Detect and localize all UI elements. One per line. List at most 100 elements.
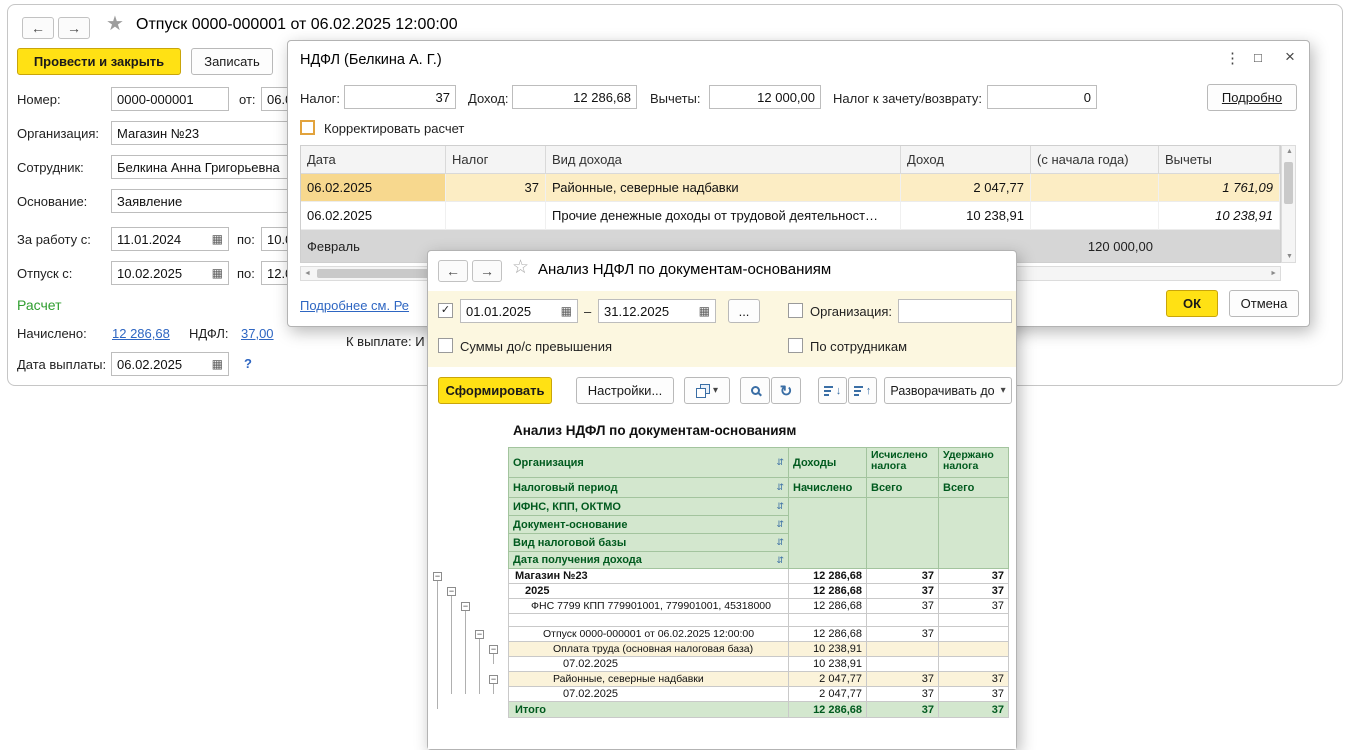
- calendar-icon[interactable]: ▦: [557, 304, 572, 318]
- tree-collapse-toggle[interactable]: −: [461, 602, 470, 611]
- sort-icon[interactable]: ⇵: [776, 537, 784, 548]
- post-and-close-button[interactable]: Провести и закрыть: [17, 48, 181, 75]
- cell-income[interactable]: 10 238,91: [901, 202, 1031, 230]
- period-options-button[interactable]: ...: [728, 299, 760, 323]
- calendar-icon[interactable]: ▦: [208, 232, 223, 246]
- row-base-labor-income[interactable]: 10 238,91: [789, 642, 867, 657]
- cell-date[interactable]: 06.02.2025: [301, 202, 446, 230]
- tree-collapse-toggle[interactable]: −: [489, 645, 498, 654]
- work-from-field[interactable]: 11.01.2024▦: [111, 227, 229, 251]
- cell-ytd[interactable]: [1031, 202, 1159, 230]
- row-year-calculated[interactable]: 37: [867, 584, 939, 599]
- save-button[interactable]: Записать: [191, 48, 273, 75]
- copy-dropdown-button[interactable]: ▾: [684, 377, 730, 404]
- row-ifns-withheld[interactable]: 37: [939, 599, 1009, 614]
- row-total-calculated[interactable]: 37: [867, 702, 939, 718]
- scroll-up-icon[interactable]: ▲: [1286, 148, 1293, 155]
- row-total-label[interactable]: Итого: [509, 702, 789, 718]
- tree-collapse-toggle[interactable]: −: [433, 572, 442, 581]
- row-empty-label[interactable]: [509, 614, 789, 627]
- favorite-star-icon[interactable]: ☆: [512, 256, 529, 279]
- header-income-date[interactable]: Дата получения дохода⇵: [509, 552, 789, 569]
- row-organization-income[interactable]: 12 286,68: [789, 569, 867, 584]
- period-from-field[interactable]: 01.01.2025▦: [460, 299, 578, 323]
- column-header-tax[interactable]: Налог: [446, 146, 546, 174]
- row-base-labor-withheld[interactable]: [939, 642, 1009, 657]
- scroll-down-icon[interactable]: ▼: [1286, 253, 1293, 260]
- column-header-income[interactable]: Доход: [901, 146, 1031, 174]
- tree-collapse-toggle[interactable]: −: [489, 675, 498, 684]
- sort-ascending-button[interactable]: ↑: [848, 377, 877, 404]
- row-total-income[interactable]: 12 286,68: [789, 702, 867, 718]
- row-base-labor-calculated[interactable]: [867, 642, 939, 657]
- excess-sums-checkbox[interactable]: [438, 338, 453, 353]
- header-income[interactable]: Доходы: [789, 448, 867, 478]
- vertical-scrollbar[interactable]: ▲ ▼: [1281, 145, 1296, 263]
- menu-icon[interactable]: ⋮: [1225, 49, 1240, 67]
- close-icon[interactable]: ×: [1285, 47, 1295, 67]
- row-organization-withheld[interactable]: 37: [939, 569, 1009, 584]
- basis-field[interactable]: Заявление: [111, 189, 288, 213]
- income-field[interactable]: 12 286,68: [512, 85, 637, 109]
- column-header-income-type[interactable]: Вид дохода: [546, 146, 901, 174]
- header-ifns[interactable]: ИФНС, КПП, ОКТМО⇵: [509, 498, 789, 516]
- cell-income-type[interactable]: Прочие денежные доходы от трудовой деяте…: [546, 202, 901, 230]
- number-field[interactable]: 0000-000001: [111, 87, 229, 111]
- row-ifns-calculated[interactable]: 37: [867, 599, 939, 614]
- scrollbar-thumb[interactable]: [1284, 162, 1293, 204]
- column-header-ytd[interactable]: (с начала года): [1031, 146, 1159, 174]
- back-button[interactable]: ←: [438, 260, 468, 282]
- table-row[interactable]: 06.02.2025 Прочие денежные доходы от тру…: [301, 202, 1280, 230]
- scroll-right-icon[interactable]: ►: [1270, 270, 1277, 277]
- row-date2-label[interactable]: 07.02.2025: [509, 687, 789, 702]
- cell-deductions[interactable]: 10 238,91: [1159, 202, 1280, 230]
- row-date2-withheld[interactable]: 37: [939, 687, 1009, 702]
- favorite-star-icon[interactable]: ★: [106, 11, 124, 36]
- row-organization-label[interactable]: Магазин №23: [509, 569, 789, 584]
- by-employee-checkbox[interactable]: [788, 338, 803, 353]
- header-calculated-tax[interactable]: Исчислено налога: [867, 448, 939, 478]
- see-more-link[interactable]: Подробнее см. Ре: [300, 298, 409, 313]
- search-button[interactable]: [740, 377, 770, 404]
- accrued-amount-link[interactable]: 12 286,68: [112, 326, 170, 341]
- column-header-deductions[interactable]: Вычеты: [1159, 146, 1280, 174]
- pay-date-field[interactable]: 06.02.2025▦: [111, 352, 229, 376]
- row-date2-calculated[interactable]: 37: [867, 687, 939, 702]
- cell-deductions[interactable]: 1 761,09: [1159, 174, 1280, 202]
- employee-field[interactable]: Белкина Анна Григорьевна: [111, 155, 288, 179]
- row-base-regional-income[interactable]: 2 047,77: [789, 672, 867, 687]
- cell-tax[interactable]: [446, 202, 546, 230]
- row-total-withheld[interactable]: 37: [939, 702, 1009, 718]
- row-document-calculated[interactable]: 37: [867, 627, 939, 642]
- deductions-field[interactable]: 12 000,00: [709, 85, 821, 109]
- column-header-date[interactable]: Дата: [301, 146, 446, 174]
- row-date2-income[interactable]: 2 047,77: [789, 687, 867, 702]
- row-empty-withheld[interactable]: [939, 614, 1009, 627]
- scroll-left-icon[interactable]: ◄: [304, 270, 311, 277]
- tree-collapse-toggle[interactable]: −: [447, 587, 456, 596]
- back-button[interactable]: ←: [22, 17, 54, 39]
- organization-filter-field[interactable]: [898, 299, 1012, 323]
- vacation-from-field[interactable]: 10.02.2025▦: [111, 261, 229, 285]
- cell-tax[interactable]: 37: [446, 174, 546, 202]
- maximize-icon[interactable]: □: [1254, 50, 1262, 65]
- sort-icon[interactable]: ⇵: [776, 519, 784, 530]
- header-basis-document[interactable]: Документ-основание⇵: [509, 516, 789, 534]
- row-ifns-income[interactable]: 12 286,68: [789, 599, 867, 614]
- details-button[interactable]: Подробно: [1207, 84, 1297, 111]
- forward-button[interactable]: →: [472, 260, 502, 282]
- header-withheld-sub[interactable]: Всего: [939, 478, 1009, 498]
- expand-to-dropdown[interactable]: Разворачивать до▾: [884, 377, 1012, 404]
- ok-button[interactable]: ОК: [1166, 290, 1218, 317]
- cancel-button[interactable]: Отмена: [1229, 290, 1299, 317]
- calendar-icon[interactable]: ▦: [208, 266, 223, 280]
- header-organization[interactable]: Организация⇵: [509, 448, 789, 478]
- row-base-regional-withheld[interactable]: 37: [939, 672, 1009, 687]
- refresh-button[interactable]: ↻: [771, 377, 801, 404]
- table-row-selected[interactable]: 06.02.2025 37 Районные, северные надбавк…: [301, 174, 1280, 202]
- header-income-sub[interactable]: Начислено: [789, 478, 867, 498]
- sort-icon[interactable]: ⇵: [776, 457, 784, 468]
- sort-icon[interactable]: ⇵: [776, 501, 784, 512]
- row-document-label[interactable]: Отпуск 0000-000001 от 06.02.2025 12:00:0…: [509, 627, 789, 642]
- row-base-labor-label[interactable]: Оплата труда (основная налоговая база): [509, 642, 789, 657]
